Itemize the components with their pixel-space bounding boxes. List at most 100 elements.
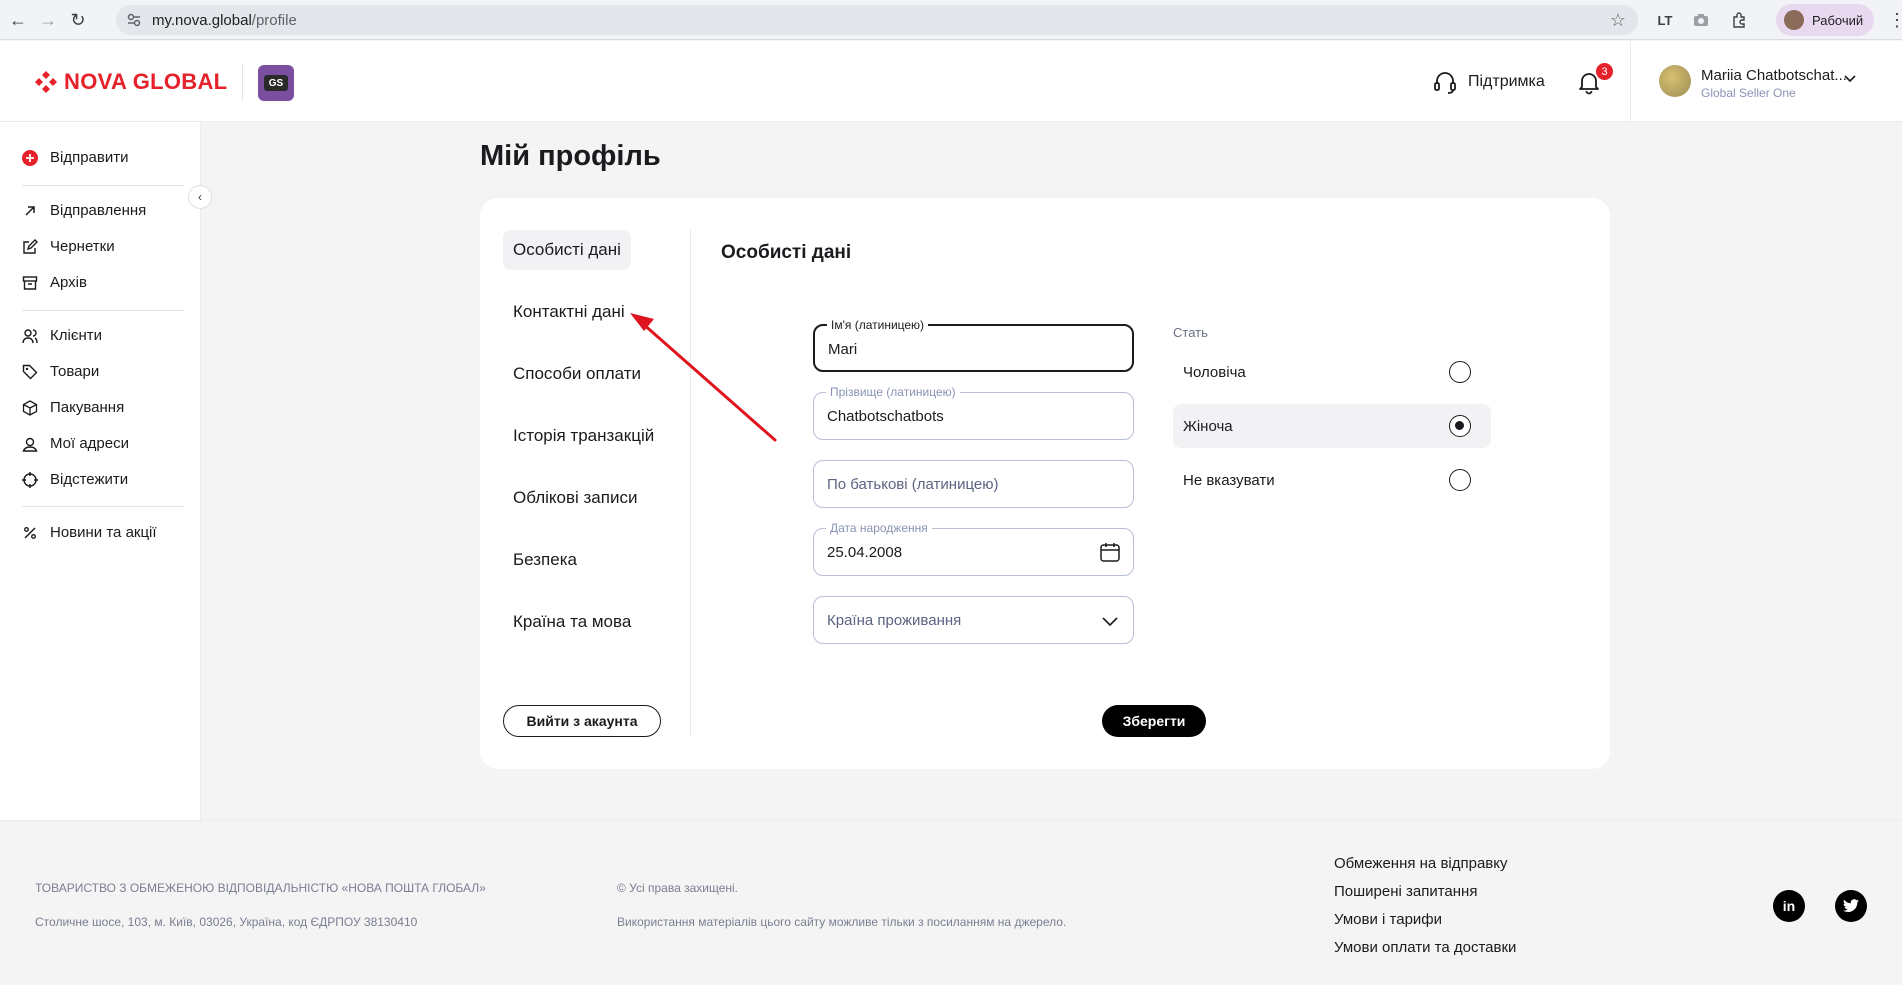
sidebar-item-goods[interactable]: Товари [22, 363, 99, 380]
footer-address: Столичне шосе, 103, м. Київ, 03026, Укра… [35, 915, 418, 929]
header-separator [1630, 41, 1631, 122]
sidebar-item-label: Клієнти [50, 327, 103, 344]
camera-icon[interactable] [1690, 9, 1712, 31]
profile-label: Рабочий [1812, 12, 1864, 28]
radio-button[interactable] [1449, 361, 1471, 383]
forward-icon[interactable]: → [36, 8, 60, 32]
sidebar-item-track[interactable]: Відстежити [22, 471, 128, 488]
header-divider [242, 63, 243, 101]
browser-menu-icon[interactable]: ⋮ [1888, 10, 1902, 31]
percent-icon [22, 525, 38, 541]
last-name-label: Прізвище (латиницею) [826, 385, 960, 399]
url-domain: my.nova.global [152, 11, 252, 29]
user-name[interactable]: Mariia Chatbotschat... [1701, 67, 1847, 84]
country-select[interactable]: Країна проживання [813, 596, 1134, 644]
gender-option-label: Жіноча [1183, 417, 1233, 435]
tab-contact-data[interactable]: Контактні дані [503, 292, 635, 332]
footer-rights: © Усі права захищені. [617, 881, 739, 895]
logout-button[interactable]: Вийти з акаунта [503, 705, 661, 737]
birth-date-label: Дата народження [826, 521, 932, 535]
browser-profile-button[interactable]: Рабочий [1776, 4, 1874, 36]
patronymic-placeholder: По батькові (латиницею) [827, 476, 999, 493]
gender-label: Стать [1173, 325, 1208, 340]
sidebar-item-label: Товари [50, 363, 100, 380]
sidebar-item-clients[interactable]: Клієнти [22, 327, 102, 344]
gs-badge-text: GS [264, 75, 288, 91]
site-settings-icon[interactable] [126, 12, 142, 28]
chevron-left-icon: ‹ [198, 190, 202, 204]
sidebar-item-shipments[interactable]: Відправлення [22, 202, 146, 219]
save-button[interactable]: Зберегти [1102, 705, 1206, 737]
footer-link-payment-delivery[interactable]: Умови оплати та доставки [1334, 939, 1516, 956]
footer-link-restrictions[interactable]: Обмеження на відправку [1334, 855, 1508, 872]
gender-option-female[interactable]: Жіноча [1173, 404, 1491, 448]
footer: ТОВАРИСТВО З ОБМЕЖЕНОЮ ВІДПОВІДАЛЬНІСТЮ … [0, 820, 1902, 985]
nova-global-logo[interactable]: NOVA GLOBAL [34, 69, 227, 95]
sidebar-divider [22, 310, 184, 311]
sidebar-item-label: Відстежити [50, 471, 129, 488]
patronymic-field[interactable]: По батькові (латиницею) [813, 460, 1134, 508]
sidebar-item-label: Мої адреси [50, 435, 129, 452]
footer-link-tariffs[interactable]: Умови і тарифи [1334, 911, 1442, 928]
archive-icon [22, 275, 38, 291]
reload-icon[interactable]: ↻ [66, 8, 90, 32]
page-title: Мій профіль [480, 140, 661, 172]
profile-card: Особисті дані Контактні дані Способи опл… [480, 198, 1610, 769]
first-name-value[interactable]: Mari [828, 341, 857, 358]
radio-button[interactable] [1449, 415, 1471, 437]
birth-date-value[interactable]: 25.04.2008 [827, 544, 902, 561]
support-label: Підтримка [1468, 73, 1545, 90]
address-bar[interactable]: my.nova.global/profile ☆ [116, 5, 1638, 35]
bookmark-star-icon[interactable]: ☆ [1610, 10, 1626, 31]
sidebar-item-label: Чернетки [50, 238, 115, 255]
linkedin-icon[interactable]: in [1773, 890, 1805, 922]
sidebar-collapse-button[interactable]: ‹ [188, 185, 212, 209]
user-pin-icon [22, 436, 38, 452]
tab-security[interactable]: Безпека [503, 540, 587, 580]
edit-icon [22, 238, 38, 255]
last-name-value[interactable]: Chatbotschatbots [827, 408, 944, 425]
app-header: NOVA GLOBAL GS Підтримка 3 Mariia Chatbo… [0, 41, 1902, 122]
sidebar-item-label: Відправлення [50, 202, 147, 219]
gs-badge[interactable]: GS [258, 65, 294, 101]
twitter-icon[interactable] [1835, 890, 1867, 922]
sidebar-item-news[interactable]: Новини та акції [22, 524, 157, 541]
footer-company: ТОВАРИСТВО З ОБМЕЖЕНОЮ ВІДПОВІДАЛЬНІСТЮ … [35, 881, 486, 895]
sidebar-item-label: Архів [50, 274, 87, 291]
plus-circle-icon [22, 149, 38, 166]
radio-button[interactable] [1449, 469, 1471, 491]
chevron-down-icon [1102, 617, 1118, 627]
sidebar-divider [22, 506, 184, 507]
gender-option-unspecified[interactable]: Не вказувати [1173, 458, 1491, 502]
gender-option-male[interactable]: Чоловіча [1173, 350, 1491, 394]
annotation-arrow-icon [630, 313, 777, 442]
tab-personal-data[interactable]: Особисті дані [503, 230, 631, 270]
tab-accounts[interactable]: Облікові записи [503, 478, 647, 518]
footer-usage: Використання матеріалів цього сайту можл… [617, 915, 1067, 929]
browser-toolbar: ← → ↻ my.nova.global/profile ☆ LT Рабочи… [0, 0, 1902, 40]
profile-avatar [1784, 10, 1804, 30]
sidebar-item-label: Пакування [50, 399, 125, 416]
sidebar-divider [22, 185, 184, 186]
sidebar-item-addresses[interactable]: Мої адреси [22, 435, 129, 452]
notification-count-badge: 3 [1596, 63, 1613, 80]
chevron-down-icon[interactable] [1843, 71, 1857, 85]
footer-link-faq[interactable]: Поширені запитання [1334, 883, 1477, 900]
sidebar-item-archive[interactable]: Архів [22, 274, 87, 291]
first-name-field[interactable]: Ім'я (латиницею) Mari [813, 318, 1134, 372]
sidebar-item-drafts[interactable]: Чернетки [22, 238, 115, 255]
birth-date-field[interactable]: Дата народження 25.04.2008 [813, 521, 1134, 576]
gender-option-label: Не вказувати [1183, 471, 1275, 489]
support-link[interactable]: Підтримка [1432, 69, 1545, 95]
tab-country-language[interactable]: Країна та мова [503, 602, 641, 642]
languagetool-extension-icon[interactable]: LT [1654, 9, 1676, 31]
last-name-field[interactable]: Прізвище (латиницею) Chatbotschatbots [813, 385, 1134, 440]
extensions-puzzle-icon[interactable] [1728, 9, 1750, 31]
sidebar-item-packaging[interactable]: Пакування [22, 399, 124, 416]
back-icon[interactable]: ← [6, 8, 30, 32]
calendar-icon[interactable] [1099, 541, 1121, 563]
user-avatar[interactable] [1659, 65, 1691, 97]
nova-logo-icon [35, 71, 57, 93]
sidebar-item-send[interactable]: Відправити [22, 149, 129, 166]
users-icon [22, 328, 38, 344]
